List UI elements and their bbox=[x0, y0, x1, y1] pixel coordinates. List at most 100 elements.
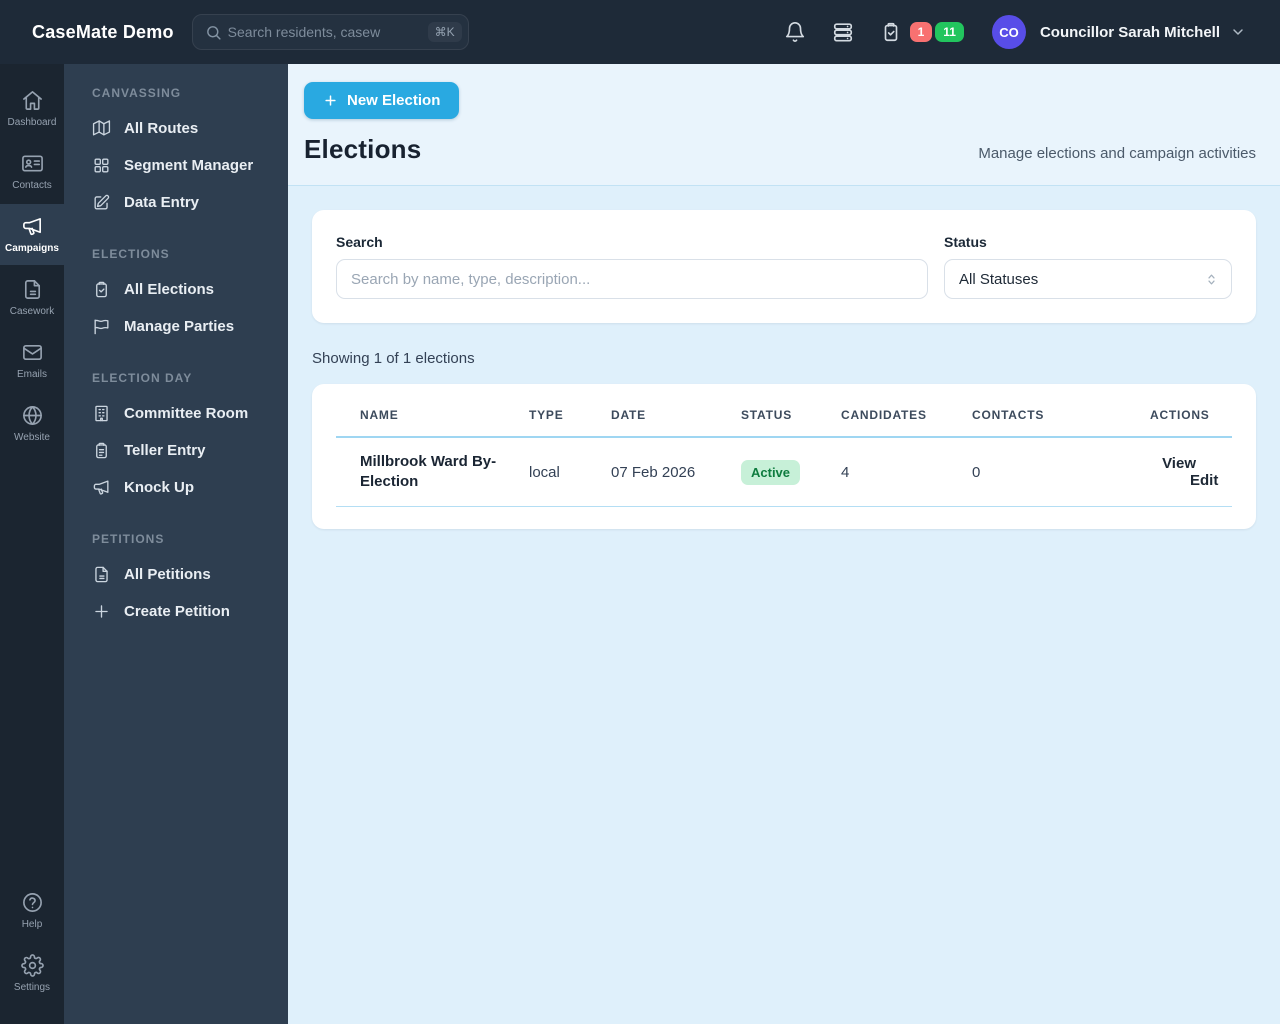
column-header-contacts: CONTACTS bbox=[972, 386, 1150, 438]
sidebar-item-label: Manage Parties bbox=[124, 318, 235, 335]
globe-icon bbox=[22, 406, 42, 425]
status-select-value: All Statuses bbox=[959, 270, 1039, 288]
alert-count-badge[interactable]: 1 bbox=[909, 21, 933, 43]
user-name[interactable]: Councillor Sarah Mitchell bbox=[1040, 24, 1220, 41]
sidebar-item-segment-manager[interactable]: Segment Manager bbox=[78, 147, 274, 184]
notifications-button[interactable] bbox=[784, 21, 806, 43]
section-title: PETITIONS bbox=[92, 532, 165, 546]
rail-item-casework[interactable]: Casework bbox=[0, 267, 64, 328]
flag-icon bbox=[94, 319, 109, 335]
new-election-label: New Election bbox=[347, 92, 441, 109]
document-icon bbox=[95, 566, 108, 583]
id-card-icon bbox=[21, 155, 43, 172]
status-field-label: Status bbox=[944, 234, 987, 250]
page-header: New Election Elections Manage elections … bbox=[288, 64, 1280, 186]
page-title: Elections bbox=[304, 134, 422, 164]
chevron-down-icon[interactable] bbox=[1230, 24, 1246, 40]
rail-item-dashboard[interactable]: Dashboard bbox=[0, 78, 64, 139]
column-header-status: STATUS bbox=[741, 386, 841, 438]
rail-item-contacts[interactable]: Contacts bbox=[0, 141, 64, 202]
sidebar-item-create-petition[interactable]: Create Petition bbox=[78, 593, 274, 630]
edit-link[interactable]: Edit bbox=[1190, 472, 1218, 489]
rail-item-label: Website bbox=[14, 432, 50, 443]
table-header-row: NAME TYPE DATE STATUS CANDIDATES CONTACT… bbox=[336, 386, 1232, 438]
elections-table-card: NAME TYPE DATE STATUS CANDIDATES CONTACT… bbox=[312, 384, 1256, 529]
sidebar-item-label: Knock Up bbox=[124, 479, 195, 496]
status-select[interactable]: All Statuses bbox=[944, 259, 1232, 299]
sidebar-item-committee-room[interactable]: Committee Room bbox=[78, 395, 274, 432]
rail-item-website[interactable]: Website bbox=[0, 393, 64, 454]
megaphone-icon bbox=[22, 218, 41, 236]
search-field-label: Search bbox=[336, 234, 383, 250]
election-candidates-count: 4 bbox=[841, 437, 972, 507]
building-icon bbox=[95, 405, 108, 422]
map-icon bbox=[92, 120, 111, 136]
section-title: CANVASSING bbox=[92, 86, 182, 100]
server-icon bbox=[833, 23, 852, 42]
rail-item-label: Campaigns bbox=[5, 243, 59, 254]
shortcut-badge: ⌘K bbox=[427, 22, 462, 42]
success-count-badge[interactable]: 11 bbox=[935, 21, 964, 43]
sidebar-item-label: All Routes bbox=[124, 120, 199, 137]
sidebar-item-label: All Petitions bbox=[124, 566, 211, 583]
sidebar-item-manage-parties[interactable]: Manage Parties bbox=[78, 308, 274, 345]
column-header-date: DATE bbox=[611, 386, 741, 438]
tasks-button[interactable] bbox=[880, 21, 902, 43]
rail-item-label: Contacts bbox=[12, 180, 52, 191]
rail-item-campaigns[interactable]: Campaigns bbox=[0, 204, 64, 265]
filters-card: Search Status All Statuses bbox=[312, 210, 1256, 323]
sidebar-item-knock-up[interactable]: Knock Up bbox=[78, 469, 274, 506]
sidebar-section-canvassing: CANVASSING All Routes Segment Manager Da… bbox=[78, 86, 274, 221]
section-title: ELECTIONS bbox=[92, 247, 170, 261]
system-status-button[interactable] bbox=[832, 21, 854, 43]
column-header-name: NAME bbox=[336, 386, 529, 438]
sidebar-item-teller-entry[interactable]: Teller Entry bbox=[78, 432, 274, 469]
sidebar-item-label: All Elections bbox=[124, 281, 215, 298]
sidebar-item-label: Create Petition bbox=[124, 603, 230, 620]
app-logo: CaseMate Demo bbox=[32, 21, 174, 42]
global-search-input[interactable] bbox=[221, 24, 428, 40]
section-title: ELECTION DAY bbox=[92, 371, 193, 385]
avatar[interactable]: CO bbox=[991, 15, 1026, 49]
gear-icon bbox=[20, 954, 44, 977]
plus-icon bbox=[95, 605, 108, 618]
sidebar-item-all-routes[interactable]: All Routes bbox=[78, 110, 274, 147]
rail-item-settings[interactable]: Settings bbox=[0, 943, 64, 1004]
column-header-candidates: CANDIDATES bbox=[841, 386, 972, 438]
rail-item-label: Dashboard bbox=[7, 117, 57, 128]
sidebar-item-data-entry[interactable]: Data Entry bbox=[78, 184, 274, 221]
chevrons-up-down-icon bbox=[1208, 274, 1215, 284]
rail-item-label: Emails bbox=[16, 369, 47, 380]
election-contacts-count: 0 bbox=[972, 437, 1150, 507]
sidebar-item-label: Segment Manager bbox=[124, 157, 254, 174]
status-badge: Active bbox=[741, 459, 801, 485]
rail-item-label: Settings bbox=[13, 982, 51, 993]
new-election-button[interactable]: New Election bbox=[304, 82, 460, 119]
column-header-actions: ACTIONS bbox=[1150, 386, 1232, 438]
clipboard-check-icon bbox=[884, 22, 897, 42]
bell-icon bbox=[785, 22, 804, 42]
search-icon bbox=[206, 25, 221, 40]
clipboard-list-icon bbox=[96, 442, 107, 459]
rail-bottom-group: Help Settings bbox=[0, 880, 64, 1024]
page-content: Search Status All Statuses Showing 1 of … bbox=[288, 186, 1280, 1024]
icon-rail: Dashboard Contacts Campaigns Casework Em… bbox=[0, 64, 64, 1024]
election-type: local bbox=[529, 437, 611, 507]
sidebar-item-all-elections[interactable]: All Elections bbox=[78, 271, 274, 308]
elections-search-input[interactable] bbox=[336, 259, 928, 299]
topbar: CaseMate Demo ⌘K 1 11 CO Councillor Sara… bbox=[0, 0, 1280, 64]
home-icon bbox=[22, 91, 42, 110]
rail-item-label: Casework bbox=[9, 306, 55, 317]
global-search[interactable]: ⌘K bbox=[191, 14, 469, 50]
grid-icon bbox=[94, 158, 109, 173]
rail-item-help[interactable]: Help bbox=[0, 880, 64, 941]
results-summary: Showing 1 of 1 elections bbox=[312, 350, 475, 367]
topbar-actions: 1 11 CO Councillor Sarah Mitchell bbox=[758, 15, 1246, 49]
envelope-icon bbox=[22, 344, 42, 361]
campaigns-sidebar: CANVASSING All Routes Segment Manager Da… bbox=[64, 64, 288, 1024]
sidebar-item-all-petitions[interactable]: All Petitions bbox=[78, 556, 274, 593]
sidebar-item-label: Data Entry bbox=[124, 194, 200, 211]
rail-item-emails[interactable]: Emails bbox=[0, 330, 64, 391]
view-link[interactable]: View bbox=[1162, 455, 1196, 472]
sidebar-item-label: Teller Entry bbox=[124, 442, 206, 459]
